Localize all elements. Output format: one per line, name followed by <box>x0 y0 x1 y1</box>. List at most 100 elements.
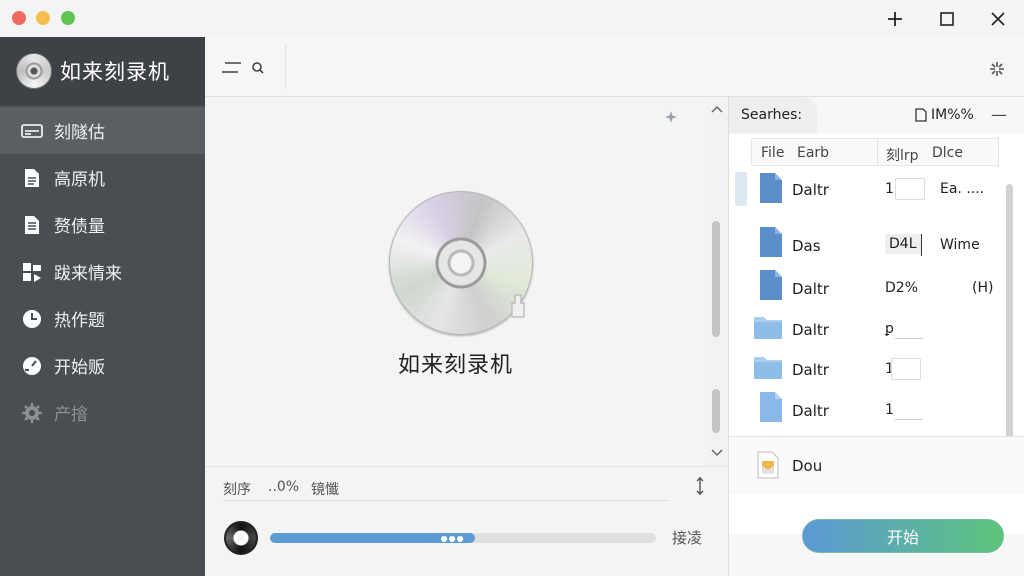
settings-button[interactable] <box>987 59 1007 79</box>
progress-bar: ●●● <box>270 533 656 543</box>
size-input-box[interactable] <box>895 178 925 200</box>
file-size: 1 <box>885 402 894 418</box>
size-underline <box>895 419 923 420</box>
sidebar-item-label: 高原机 <box>54 170 105 190</box>
sidebar-item-2[interactable]: 赘债量 <box>0 201 205 248</box>
disc-drive-icon <box>20 119 44 143</box>
column-header[interactable]: Earb <box>797 145 829 161</box>
add-window-button[interactable] <box>882 6 908 32</box>
sidebar-item-0[interactable]: 刻隧估 <box>0 107 205 154</box>
center-canvas: 如来刻录机 <box>205 97 706 466</box>
disc-logo-icon <box>16 53 52 89</box>
column-header[interactable]: File <box>761 145 784 161</box>
brand-header: 如来刻录机 <box>0 37 205 105</box>
table-row[interactable]: Daltr 1 Ea. .... <box>729 170 1024 210</box>
file-light-blue-icon <box>760 392 782 422</box>
table-row[interactable]: Daltr D2% (H) <box>729 269 1024 309</box>
table-row[interactable]: Daltr 1 <box>729 391 1024 431</box>
sidebar-item-5[interactable]: 开始贩 <box>0 342 205 389</box>
size-underline <box>895 338 923 339</box>
file-size: ꝑ <box>885 321 894 337</box>
close-button[interactable] <box>985 6 1011 32</box>
file-name: Daltr <box>792 402 829 420</box>
status-label: 刻序 <box>223 482 251 498</box>
table-scrollbar[interactable] <box>1004 178 1014 468</box>
minimize-traffic-light[interactable] <box>36 11 50 25</box>
sidebar: 如来刻录机 刻隧估 高原机 赘债量 跋来情来 热作题 开始贩 产摿 <box>0 37 205 576</box>
gear-icon <box>20 401 44 425</box>
table-row[interactable]: Das D4L Wime <box>729 226 1024 266</box>
column-header[interactable]: 刻lrp <box>877 139 919 165</box>
disc-lock-icon <box>511 294 525 318</box>
sparkle-icon <box>990 62 1004 76</box>
sidebar-nav: 刻隧估 高原机 赘债量 跋来情来 热作题 开始贩 产摿 <box>0 107 205 436</box>
text-cursor <box>921 234 922 256</box>
column-header[interactable]: Dlce <box>932 145 963 161</box>
file-small-icon <box>915 108 927 122</box>
table-scroll-thumb[interactable] <box>1006 184 1013 459</box>
scroll-thumb[interactable] <box>712 221 720 337</box>
file-blue-icon <box>760 173 782 203</box>
extra-item-name: Dou <box>792 457 823 475</box>
clock-icon <box>20 307 44 331</box>
extra-item-row[interactable]: Dou <box>729 436 1024 494</box>
sidebar-item-label: 跋来情来 <box>54 264 122 284</box>
file-name: Daltr <box>792 361 829 379</box>
chevron-up-icon[interactable] <box>711 105 723 113</box>
percent-indicator: IM%% <box>915 107 974 123</box>
sidebar-item-label: 热作题 <box>54 311 105 331</box>
search-icon <box>252 62 264 74</box>
maximize-button[interactable] <box>934 6 960 32</box>
toolbar <box>205 37 1024 97</box>
file-name: Daltr <box>792 280 829 298</box>
status-divider <box>223 500 669 501</box>
table-row[interactable]: Daltr ꝑ <box>729 310 1024 350</box>
sidebar-item-label: 开始贩 <box>54 358 105 378</box>
table-header: File Earb 刻lrp Dlce <box>751 138 999 166</box>
center-scrollbar[interactable] <box>706 97 728 466</box>
puzzle-icon <box>20 260 44 284</box>
search-button[interactable] <box>249 59 267 77</box>
sidebar-item-4[interactable]: 热作题 <box>0 295 205 342</box>
size-input-box[interactable] <box>891 358 921 380</box>
sparkle-icon <box>663 109 679 129</box>
file-type: Ea. .... <box>940 181 985 197</box>
progress-label: 接凌 <box>672 529 703 547</box>
sidebar-item-label: 刻隧估 <box>54 123 105 143</box>
search-tab[interactable]: Searhes: <box>729 97 817 133</box>
sidebar-item-1[interactable]: 高原机 <box>0 154 205 201</box>
status-state: 镜懺 <box>311 482 339 498</box>
close-traffic-light[interactable] <box>12 11 26 25</box>
file-size: D2% <box>885 280 918 296</box>
gauge-icon <box>20 354 44 378</box>
document-icon <box>20 166 44 190</box>
panel-minimize-button[interactable]: — <box>991 105 1007 124</box>
file-size: D4L <box>885 234 921 254</box>
toolbar-divider <box>285 45 286 89</box>
file-name: Das <box>792 237 821 255</box>
table-row[interactable]: Daltr 1 <box>729 350 1024 390</box>
menu-lines-icon <box>222 62 241 73</box>
status-percent: ..0% <box>268 479 300 495</box>
sidebar-item-3[interactable]: 跋来情来 <box>0 248 205 295</box>
sidebar-item-6[interactable]: 产摿 <box>0 389 205 436</box>
sort-icon[interactable] <box>695 476 705 496</box>
scroll-thumb-lower[interactable] <box>712 389 720 433</box>
burning-disc-icon <box>224 521 258 555</box>
file-blue-icon <box>760 227 782 257</box>
start-button[interactable]: 开始 <box>802 519 1004 553</box>
plus-icon <box>888 12 902 26</box>
list-button[interactable] <box>219 57 245 79</box>
progress-dots-icon: ●●● <box>440 534 465 543</box>
zoom-traffic-light[interactable] <box>61 11 75 25</box>
right-panel: Searhes: IM%% — File Earb 刻lrp Dlce Dalt… <box>728 97 1024 576</box>
file-type: (H) <box>972 280 994 296</box>
panel-tab-header: Searhes: IM%% — <box>729 97 1024 134</box>
progress-fill: ●●● <box>270 533 475 543</box>
percent-label: IM%% <box>931 107 974 123</box>
document-lines-icon <box>20 213 44 237</box>
sidebar-item-label: 赘债量 <box>54 217 105 237</box>
close-icon <box>991 12 1005 26</box>
center-title: 如来刻录机 <box>397 353 513 378</box>
chevron-down-icon[interactable] <box>711 449 723 457</box>
